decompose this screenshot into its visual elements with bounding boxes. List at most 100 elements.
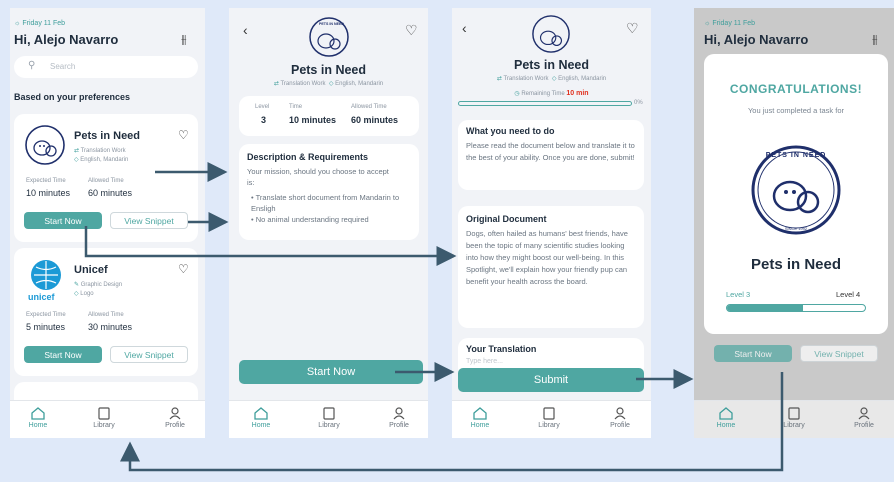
task-screen: ‹ ♡ Pets in Need ⇄ Translation Work ◇ En… <box>452 8 651 438</box>
nav-home[interactable]: Home <box>18 407 58 429</box>
task-card[interactable]: Pets in Need ♡ ⇄ Translation Work ◇ Engl… <box>14 114 198 242</box>
requirement-item: • Translate short document from Mandarin… <box>251 193 400 213</box>
task-name: Pets in Need <box>74 130 141 142</box>
filter-icon[interactable]: ⫵ <box>181 32 187 47</box>
current-level-label: Level 3 <box>726 290 751 299</box>
heart-icon[interactable]: ♡ <box>405 22 418 39</box>
logo-text: PETS IN NEED <box>319 22 344 26</box>
remaining-time-label: Remaining Time <box>521 91 565 97</box>
nav-profile[interactable]: Profile <box>379 407 419 429</box>
start-now-button[interactable]: Start Now <box>24 212 102 229</box>
nav-home[interactable]: Home <box>460 407 500 429</box>
greeting: Hi, Alejo Navarro <box>704 32 809 47</box>
task-tag-category: ✎ Graphic Design <box>74 281 122 288</box>
tag-icon: ◇ <box>551 76 557 82</box>
nav-profile[interactable]: Profile <box>155 407 195 429</box>
home-icon <box>254 407 268 420</box>
home-icon <box>31 407 45 420</box>
submit-button[interactable]: Submit <box>458 368 644 392</box>
nav-library-label: Library <box>318 422 340 429</box>
back-chevron-icon[interactable]: ‹ <box>462 20 467 36</box>
task-tag-category: Translation Work <box>503 76 549 82</box>
detail-title: Pets in Need <box>290 63 367 77</box>
view-snippet-button[interactable]: View Snippet <box>800 345 878 362</box>
translation-input[interactable]: Type here... <box>466 358 503 365</box>
home-icon <box>719 407 733 420</box>
task-meta-card: Level 3 Time 10 minutes Allowed Time 60 … <box>239 96 419 136</box>
start-now-button[interactable]: Start Now <box>239 360 423 384</box>
nav-home-label: Home <box>470 422 490 429</box>
task-tag-category: ⇄ Translation Work <box>74 147 126 154</box>
nav-home[interactable]: Home <box>241 407 281 429</box>
view-snippet-button[interactable]: View Snippet <box>110 346 188 363</box>
sun-icon: ☼ <box>14 20 21 27</box>
nav-library[interactable]: Library <box>309 407 349 429</box>
task-tags: ⇄ Translation Work ◇ English, Mandarin <box>452 75 651 82</box>
search-input[interactable]: ⚲ Search <box>14 56 198 78</box>
level-progress-bar <box>726 304 866 312</box>
view-snippet-button[interactable]: View Snippet <box>110 212 188 229</box>
expected-time-value: 10 minutes <box>26 188 71 198</box>
task-tag-language: English, Mandarin <box>558 76 607 82</box>
instructions-title: What you need to do <box>466 126 555 136</box>
nav-home-label: Home <box>28 422 48 429</box>
nav-library-label: Library <box>783 422 805 429</box>
description-card: Description & Requirements Your mission,… <box>239 144 419 240</box>
progress-bar <box>458 101 632 106</box>
congratulations-modal: CONGRATULATIONS! You just completed a ta… <box>704 54 888 334</box>
nav-profile[interactable]: Profile <box>844 407 884 429</box>
date-row: ☼ Friday 11 Feb <box>14 20 65 27</box>
user-icon <box>858 407 870 420</box>
nav-profile[interactable]: Profile <box>600 407 640 429</box>
greeting: Hi, Alejo Navarro <box>14 32 119 47</box>
time-label: Time <box>289 104 303 110</box>
completion-screen: ☼ Friday 11 Feb Hi, Alejo Navarro ⫵ CONG… <box>694 8 894 438</box>
document-title: Original Document <box>466 214 547 224</box>
task-card[interactable]: unicef Unicef ♡ ✎ Graphic Design ◇ Logo … <box>14 248 198 376</box>
next-level-label: Level 4 <box>836 290 861 299</box>
filter-icon[interactable]: ⫵ <box>872 32 878 47</box>
book-icon <box>323 407 335 420</box>
allowed-time-value: 30 minutes <box>88 322 133 332</box>
instructions-text: Please read the document below and trans… <box>466 141 635 162</box>
nav-home-label: Home <box>716 422 736 429</box>
heart-icon[interactable]: ♡ <box>178 262 189 276</box>
nav-profile-label: Profile <box>165 422 185 429</box>
date-label: Friday 11 Feb <box>712 20 756 27</box>
sun-icon: ☼ <box>704 20 711 27</box>
bottom-nav: Home Library Profile <box>229 400 428 438</box>
user-icon <box>169 407 181 420</box>
organization-name: Pets in Need <box>750 256 842 273</box>
heart-icon[interactable]: ♡ <box>626 20 639 37</box>
detail-tag-language: English, Mandarin <box>335 81 384 87</box>
swap-icon: ⇄ <box>496 76 502 82</box>
start-now-button[interactable]: Start Now <box>24 346 102 363</box>
level-value: 3 <box>261 115 267 125</box>
expected-time-label: Expected Time <box>26 312 66 318</box>
nav-profile-label: Profile <box>854 422 874 429</box>
allowed-time-value: 60 minutes <box>88 188 133 198</box>
date-row: ☼ Friday 11 Feb <box>704 20 755 27</box>
level-progress-fill <box>727 305 803 311</box>
section-title: Based on your preferences <box>14 92 131 102</box>
task-title: Pets in Need <box>513 58 590 72</box>
swap-icon: ⇄ <box>74 148 80 154</box>
allowed-time-value: 60 minutes <box>351 115 399 125</box>
heart-icon[interactable]: ♡ <box>178 128 189 142</box>
requirement-text: No animal understanding required <box>255 215 369 224</box>
description-title: Description & Requirements <box>247 152 369 162</box>
nav-library[interactable]: Library <box>529 407 569 429</box>
task-tag-label: Logo <box>80 291 94 297</box>
allowed-time-label: Allowed Time <box>88 178 124 184</box>
back-chevron-icon[interactable]: ‹ <box>243 22 248 38</box>
pets-in-need-logo <box>25 125 65 165</box>
nav-library[interactable]: Library <box>774 407 814 429</box>
start-now-button[interactable]: Start Now <box>714 345 792 362</box>
brush-icon: ✎ <box>74 282 80 288</box>
original-document-card: Original Document Dogs, often hailed as … <box>458 206 644 328</box>
nav-home[interactable]: Home <box>706 407 746 429</box>
task-name: Unicef <box>74 264 108 276</box>
nav-library[interactable]: Library <box>84 407 124 429</box>
book-icon <box>98 407 110 420</box>
home-icon <box>473 407 487 420</box>
